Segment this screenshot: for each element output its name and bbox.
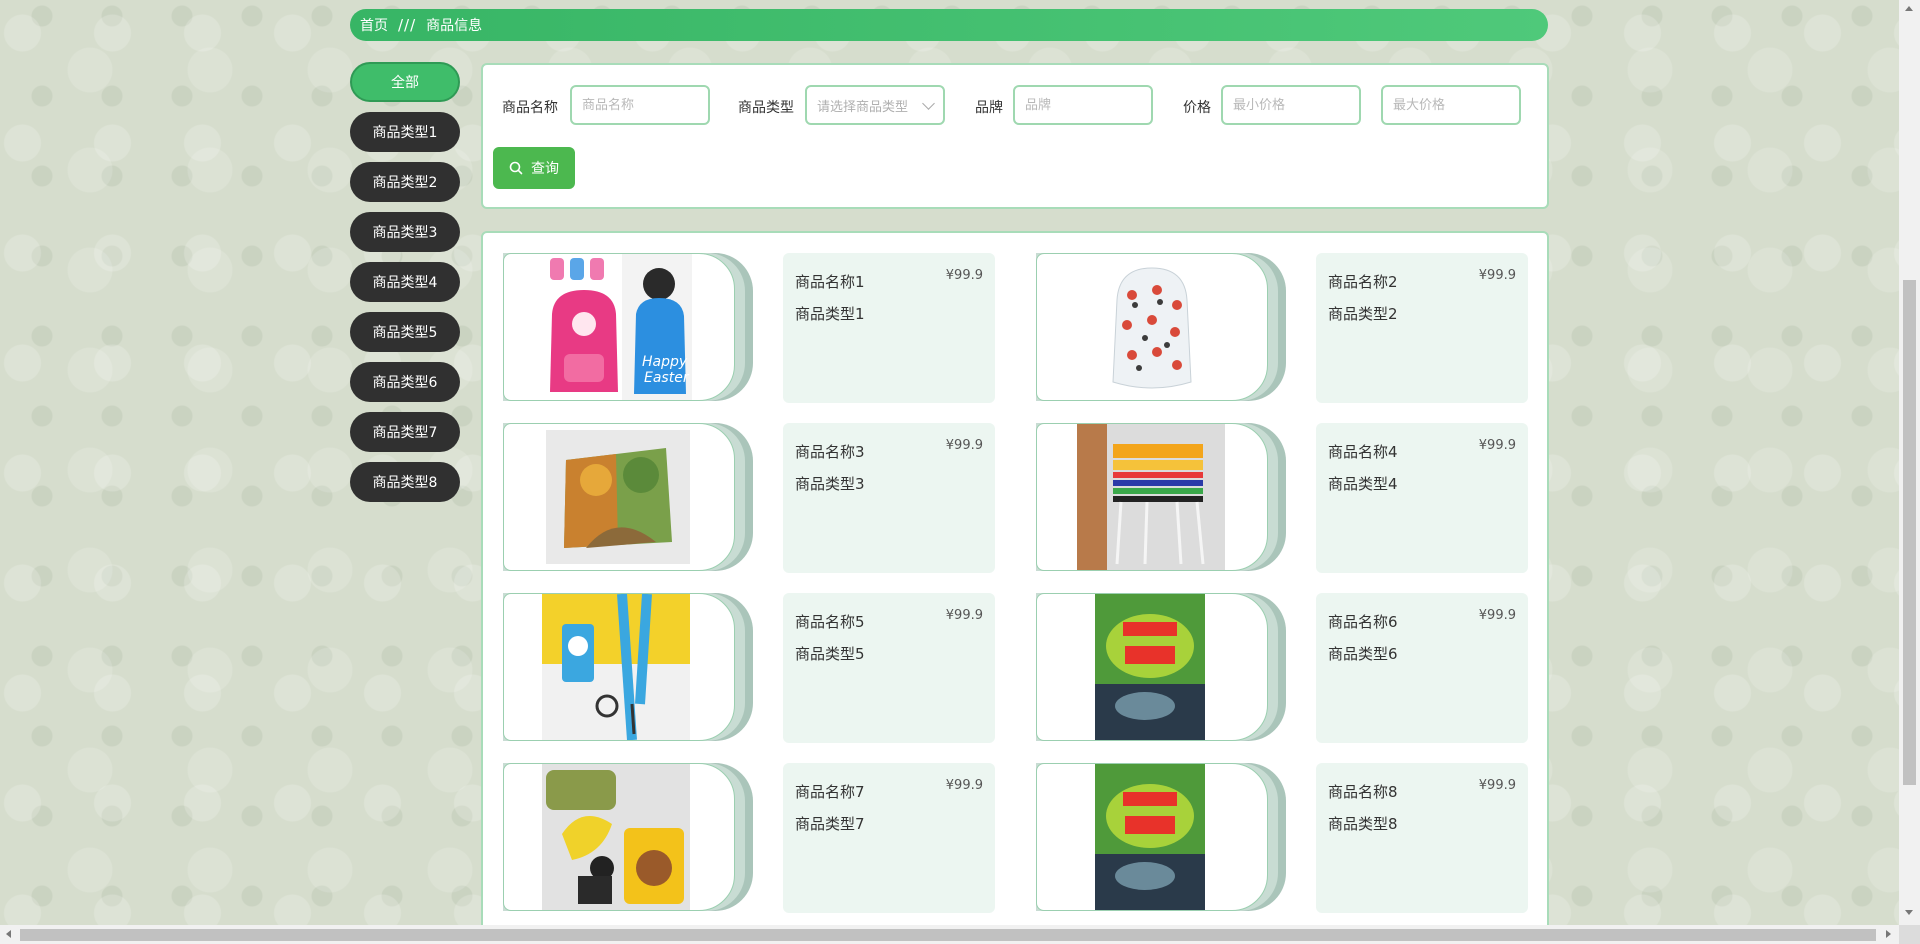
breadcrumb: 首页 /// 商品信息 — [350, 9, 1548, 41]
svg-text:Happy: Happy — [642, 354, 688, 370]
svg-text:Easter: Easter — [644, 370, 690, 386]
scroll-left-icon[interactable] — [6, 930, 11, 938]
product-type: 商品类型7 — [795, 815, 865, 833]
product-info: 商品名称3 商品类型3 ¥99.9 — [783, 423, 995, 573]
category-button[interactable]: 商品类型3 — [350, 212, 460, 252]
product-image-frame — [503, 763, 753, 913]
scrollbar-corner — [1899, 925, 1920, 944]
product-card[interactable]: 商品名称8 商品类型8 ¥99.9 — [1036, 763, 1899, 913]
vertical-scroll-thumb[interactable] — [1903, 280, 1916, 785]
product-image — [542, 764, 690, 910]
product-name: 商品名称1 — [795, 273, 865, 291]
product-price: ¥99.9 — [1478, 438, 1516, 453]
product-image-frame — [503, 593, 753, 743]
category-button[interactable]: 商品类型1 — [350, 112, 460, 152]
search-icon — [509, 161, 523, 175]
type-select[interactable]: 请选择商品类型 — [805, 85, 945, 125]
product-image — [1112, 267, 1192, 389]
category-button[interactable]: 商品类型8 — [350, 462, 460, 502]
product-type: 商品类型2 — [1328, 305, 1398, 323]
breadcrumb-separator: /// — [398, 16, 417, 34]
category-button[interactable]: 商品类型2 — [350, 162, 460, 202]
product-info: 商品名称1 商品类型1 ¥99.9 — [783, 253, 995, 403]
category-button[interactable]: 商品类型5 — [350, 312, 460, 352]
product-info: 商品名称6 商品类型6 ¥99.9 — [1316, 593, 1528, 743]
category-list: 全部 商品类型1 商品类型2 商品类型3 商品类型4 商品类型5 商品类型6 商… — [350, 62, 460, 512]
product-image-frame — [503, 423, 753, 573]
category-button[interactable]: 商品类型7 — [350, 412, 460, 452]
product-card[interactable]: 商品名称4 商品类型4 ¥99.9 — [1036, 423, 1899, 573]
product-image-frame: Happy Easter — [503, 253, 753, 403]
product-price: ¥99.9 — [1478, 608, 1516, 623]
product-name: 商品名称5 — [795, 613, 865, 631]
product-info: 商品名称4 商品类型4 ¥99.9 — [1316, 423, 1528, 573]
scroll-right-icon[interactable] — [1886, 930, 1891, 938]
page: 首页 /// 商品信息 全部 商品类型1 商品类型2 商品类型3 商品类型4 商… — [0, 0, 1899, 925]
breadcrumb-current: 商品信息 — [426, 18, 483, 34]
product-name: 商品名称8 — [1328, 783, 1398, 801]
product-info: 商品名称5 商品类型5 ¥99.9 — [783, 593, 995, 743]
search-panel: 商品名称 商品类型 请选择商品类型 品牌 价格 查询 — [481, 63, 1549, 209]
product-image-frame — [1036, 593, 1286, 743]
product-type: 商品类型3 — [795, 475, 865, 493]
brand-input[interactable] — [1013, 85, 1153, 125]
product-image — [1077, 424, 1225, 570]
chevron-down-icon — [922, 96, 935, 110]
category-button[interactable]: 商品类型4 — [350, 262, 460, 302]
breadcrumb-home[interactable]: 首页 — [360, 15, 388, 35]
product-card[interactable]: 商品名称6 商品类型6 ¥99.9 — [1036, 593, 1899, 743]
horizontal-scroll-thumb[interactable] — [20, 929, 1876, 941]
scroll-down-icon[interactable] — [1905, 910, 1913, 915]
product-name: 商品名称4 — [1328, 443, 1398, 461]
product-type: 商品类型4 — [1328, 475, 1398, 493]
product-image — [542, 594, 690, 740]
price-label: 价格 — [1183, 100, 1211, 116]
product-image — [1095, 594, 1205, 740]
product-price: ¥99.9 — [1478, 778, 1516, 793]
product-name: 商品名称6 — [1328, 613, 1398, 631]
vertical-scrollbar[interactable] — [1899, 0, 1920, 925]
category-button[interactable]: 商品类型6 — [350, 362, 460, 402]
product-card[interactable]: 商品名称2 商品类型2 ¥99.9 — [1036, 253, 1899, 403]
product-name: 商品名称3 — [795, 443, 865, 461]
product-info: 商品名称8 商品类型8 ¥99.9 — [1316, 763, 1528, 913]
min-price-input[interactable] — [1221, 85, 1361, 125]
horizontal-scrollbar[interactable] — [0, 925, 1899, 944]
product-name: 商品名称7 — [795, 783, 865, 801]
product-price: ¥99.9 — [945, 778, 983, 793]
type-select-placeholder: 请选择商品类型 — [817, 99, 909, 115]
product-type: 商品类型6 — [1328, 645, 1398, 663]
product-price: ¥99.9 — [1478, 268, 1516, 283]
product-price: ¥99.9 — [945, 438, 983, 453]
product-image-frame — [1036, 253, 1286, 403]
product-image-frame — [1036, 763, 1286, 913]
product-image — [1095, 764, 1205, 910]
scroll-up-icon[interactable] — [1905, 6, 1913, 11]
query-label: 查询 — [531, 161, 559, 177]
brand-label: 品牌 — [975, 100, 1003, 116]
product-info: 商品名称2 商品类型2 ¥99.9 — [1316, 253, 1528, 403]
category-all-button[interactable]: 全部 — [350, 62, 460, 102]
product-image-frame — [1036, 423, 1286, 573]
product-type: 商品类型1 — [795, 305, 865, 323]
product-type: 商品类型8 — [1328, 815, 1398, 833]
product-image: Happy Easter — [544, 254, 692, 400]
max-price-input[interactable] — [1381, 85, 1521, 125]
name-input[interactable] — [570, 85, 710, 125]
query-button[interactable]: 查询 — [493, 147, 575, 189]
product-type: 商品类型5 — [795, 645, 865, 663]
product-price: ¥99.9 — [945, 608, 983, 623]
product-image — [546, 430, 690, 564]
product-list: Happy Easter 商品名称1 商品类型1 ¥99.9 商品名称2 商品类… — [481, 231, 1549, 925]
name-label: 商品名称 — [502, 100, 558, 116]
type-label: 商品类型 — [738, 100, 794, 116]
product-name: 商品名称2 — [1328, 273, 1398, 291]
product-info: 商品名称7 商品类型7 ¥99.9 — [783, 763, 995, 913]
product-price: ¥99.9 — [945, 268, 983, 283]
